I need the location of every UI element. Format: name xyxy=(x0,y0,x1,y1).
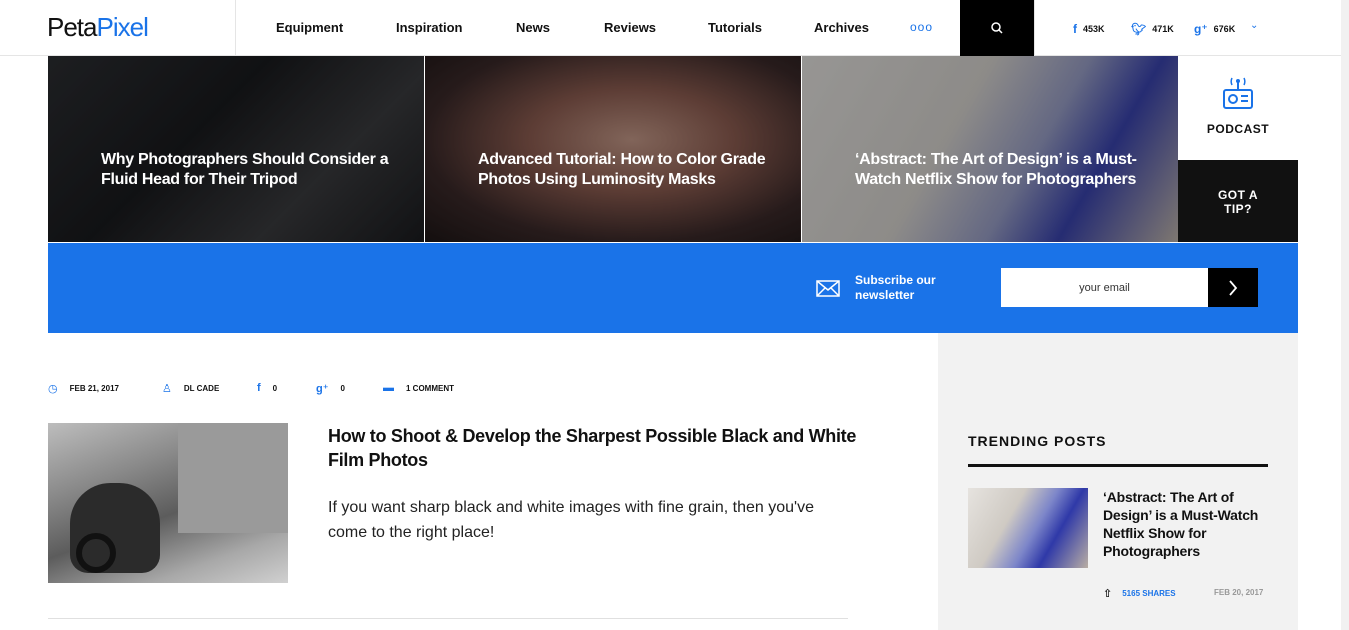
trending-title[interactable]: ‘Abstract: The Art of Design’ is a Must-… xyxy=(1103,488,1278,560)
trending-shares: ⇧ 5165 SHARES xyxy=(1103,587,1176,600)
shares-count: 5165 SHARES xyxy=(1122,589,1176,598)
facebook-share-count: 0 xyxy=(272,383,278,393)
trending-date: FEB 20, 2017 xyxy=(1214,588,1264,597)
site-header: PetaPixel Equipment Inspiration News Rev… xyxy=(0,0,1349,56)
comment-icon: ▬ xyxy=(383,382,394,394)
facebook-link[interactable]: f 453K xyxy=(1073,22,1105,36)
hero-card-color-grade[interactable]: Advanced Tutorial: How to Color Grade Ph… xyxy=(425,56,801,242)
search-button[interactable] xyxy=(960,0,1034,56)
newsletter-bar: Subscribe our newsletter xyxy=(48,243,1298,333)
envelope-icon xyxy=(816,280,840,297)
googleplus-icon: g⁺ xyxy=(1194,22,1208,36)
podcast-link[interactable]: PODCAST xyxy=(1178,56,1298,160)
article-excerpt: If you want sharp black and white images… xyxy=(328,499,814,541)
hero-card-abstract[interactable]: ‘Abstract: The Art of Design’ is a Must-… xyxy=(802,56,1178,242)
nav-equipment[interactable]: Equipment xyxy=(276,20,343,35)
nav-news[interactable]: News xyxy=(516,20,550,35)
radio-icon xyxy=(1223,77,1253,109)
trending-thumbnail[interactable] xyxy=(968,488,1088,568)
googleplus-link[interactable]: g⁺ 676K xyxy=(1194,22,1235,36)
facebook-share[interactable]: f0 xyxy=(257,382,277,394)
facebook-icon: f xyxy=(1073,22,1077,36)
article-date: ◷ FEB 21, 2017 xyxy=(48,382,119,395)
hero-grid: Why Photographers Should Consider a Flui… xyxy=(48,56,1178,242)
twitter-count: 471K xyxy=(1152,24,1174,34)
thumb-wheel xyxy=(76,533,116,573)
googleplus-icon: g⁺ xyxy=(316,383,329,395)
chevron-down-icon[interactable]: ⌄ xyxy=(1250,20,1258,31)
user-icon: ♙ xyxy=(162,383,172,395)
share-icon: ⇧ xyxy=(1103,588,1113,600)
googleplus-share[interactable]: g⁺ 0 xyxy=(316,382,345,395)
googleplus-share-count: 0 xyxy=(340,384,345,393)
site-logo[interactable]: PetaPixel xyxy=(47,12,149,43)
header-divider xyxy=(1034,0,1035,56)
article-divider xyxy=(48,618,848,619)
article-author[interactable]: ♙ DL CADE xyxy=(162,382,219,395)
hero-overlay xyxy=(48,56,424,242)
hero-card-fluid-head[interactable]: Why Photographers Should Consider a Flui… xyxy=(48,56,424,242)
author-text: DL CADE xyxy=(183,384,220,393)
hero-overlay xyxy=(425,56,801,242)
nav-tutorials[interactable]: Tutorials xyxy=(708,20,762,35)
sidebar: TRENDING POSTS ‘Abstract: The Art of Des… xyxy=(938,333,1298,630)
article-thumbnail[interactable] xyxy=(48,423,288,583)
hero-title[interactable]: ‘Abstract: The Art of Design’ is a Must-… xyxy=(855,150,1145,190)
tip-label: GOT A TIP? xyxy=(1217,188,1259,216)
hero-overlay xyxy=(802,56,1178,242)
logo-text-pixel: Pixel xyxy=(96,12,149,42)
email-input[interactable] xyxy=(1001,268,1208,307)
facebook-icon: f xyxy=(257,382,261,394)
hero-title[interactable]: Why Photographers Should Consider a Flui… xyxy=(101,150,391,190)
nav-archives[interactable]: Archives xyxy=(814,20,869,35)
facebook-count: 453K xyxy=(1083,24,1105,34)
chevron-right-icon xyxy=(1229,280,1238,296)
trending-underline xyxy=(968,464,1268,467)
comments-text: 1 COMMENT xyxy=(406,383,454,393)
podcast-label: PODCAST xyxy=(1206,122,1270,136)
article-title[interactable]: How to Shoot & Develop the Sharpest Poss… xyxy=(328,424,858,472)
twitter-link[interactable]: 🐦︎ 471K xyxy=(1131,22,1174,36)
trending-heading: TRENDING POSTS xyxy=(968,433,1107,449)
search-icon xyxy=(991,22,1003,34)
clock-icon: ◷ xyxy=(48,383,58,395)
more-menu-icon[interactable]: ooo xyxy=(910,20,933,34)
comments-link[interactable]: ▬ 1 COMMENT xyxy=(383,382,454,394)
logo-text-peta: Peta xyxy=(47,12,97,42)
twitter-icon: 🐦︎ xyxy=(1131,22,1147,36)
header-divider xyxy=(235,0,236,56)
got-a-tip-link[interactable]: GOT A TIP? xyxy=(1178,160,1298,242)
nav-reviews[interactable]: Reviews xyxy=(604,20,656,35)
googleplus-count: 676K xyxy=(1213,24,1236,34)
thumb-building xyxy=(178,423,288,533)
date-text: FEB 21, 2017 xyxy=(69,384,119,393)
nav-inspiration[interactable]: Inspiration xyxy=(396,20,462,35)
hero-title[interactable]: Advanced Tutorial: How to Color Grade Ph… xyxy=(478,150,768,190)
subscribe-button[interactable] xyxy=(1208,268,1258,307)
newsletter-text: Subscribe our newsletter xyxy=(855,273,936,302)
scrollbar[interactable] xyxy=(1341,0,1349,630)
